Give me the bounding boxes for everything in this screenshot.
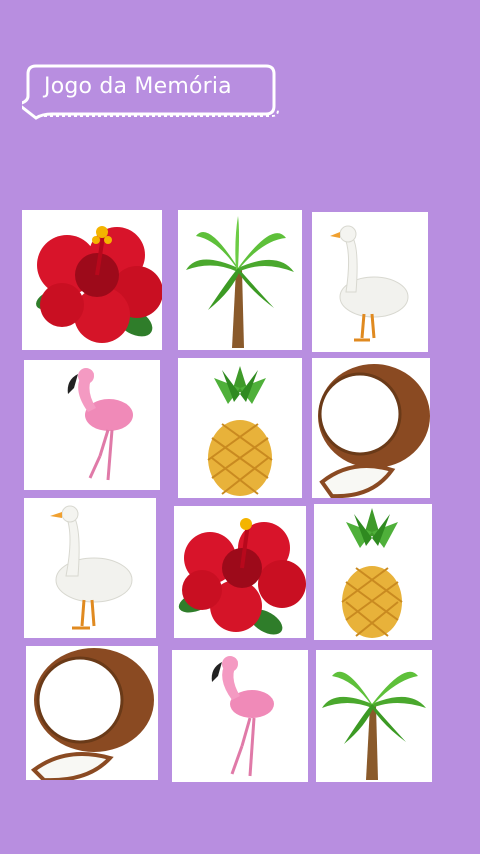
pineapple-icon [207,366,273,496]
memory-card[interactable] [312,358,430,498]
memory-card[interactable] [26,646,158,780]
memory-card[interactable] [24,360,160,490]
memory-card[interactable] [174,506,306,638]
memory-card[interactable] [172,650,308,782]
memory-card[interactable] [312,212,428,352]
page-title: Jogo da Memória [44,74,232,99]
hibiscus-flower-icon [36,226,162,343]
memory-card[interactable] [316,650,432,782]
palm-tree-icon [186,216,294,348]
pineapple-icon [341,508,403,638]
memory-card[interactable] [22,210,162,350]
hibiscus-flower-icon [178,518,306,635]
coconut-icon [30,648,154,780]
memory-card[interactable] [178,358,302,498]
memory-card[interactable] [314,504,432,640]
flamingo-icon [67,368,133,481]
memory-card[interactable] [178,210,302,350]
palm-tree-icon [322,671,426,780]
goose-icon [330,225,409,342]
goose-icon [50,505,133,630]
title-badge: Jogo da Memória [22,62,279,120]
memory-card[interactable] [24,498,156,638]
flamingo-icon [211,656,274,777]
coconut-icon [318,364,430,498]
